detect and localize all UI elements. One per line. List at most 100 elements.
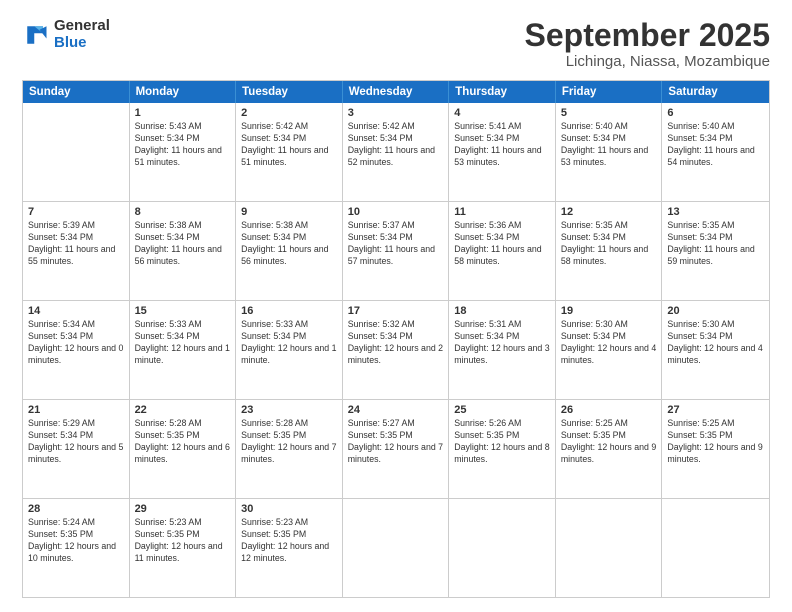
calendar-cell-4-0: 28 Sunrise: 5:24 AM Sunset: 5:35 PM Dayli… <box>23 499 130 597</box>
cell-day: 3 <box>348 107 444 119</box>
cell-info: Sunrise: 5:38 AM Sunset: 5:34 PM Dayligh… <box>135 220 231 268</box>
calendar-row-2: 14Sunrise: 5:34 AM Sunset: 5:34 PM Dayli… <box>23 300 769 399</box>
cell-day: 14 <box>28 305 124 317</box>
cell-info: Sunrise: 5:30 AM Sunset: 5:34 PM Dayligh… <box>561 319 657 367</box>
cell-info: Sunrise: 5:24 AM Sunset: 5:35 PM Dayligh… <box>28 517 124 565</box>
calendar-cell-2-5: 19 Sunrise: 5:30 AM Sunset: 5:34 PM Dayli… <box>556 301 663 399</box>
cell-info: Sunrise: 5:27 AM Sunset: 5:35 PM Dayligh… <box>348 418 444 466</box>
cell-info: Sunrise: 5:23 AM Sunset: 5:35 PM Dayligh… <box>135 517 231 565</box>
logo-general: General <box>54 17 110 34</box>
calendar-cell-0-0 <box>23 103 130 201</box>
header-thursday: Thursday <box>449 81 556 103</box>
calendar-cell-4-3 <box>343 499 450 597</box>
cell-day: 10 <box>348 206 444 218</box>
cell-day: 22 <box>135 404 231 416</box>
cell-day: 21 <box>28 404 124 416</box>
cell-day: 23 <box>241 404 337 416</box>
cell-info: Sunrise: 5:38 AM Sunset: 5:34 PM Dayligh… <box>241 220 337 268</box>
header-saturday: Saturday <box>662 81 769 103</box>
calendar-cell-1-1: 8Sunrise: 5:38 AM Sunset: 5:34 PM Daylig… <box>130 202 237 300</box>
cell-day: 9 <box>241 206 337 218</box>
calendar-cell-1-0: 7 Sunrise: 5:39 AM Sunset: 5:34 PM Daylig… <box>23 202 130 300</box>
calendar: Sunday Monday Tuesday Wednesday Thursday… <box>22 80 770 598</box>
cell-day: 5 <box>561 107 657 119</box>
cell-day: 2 <box>241 107 337 119</box>
calendar-cell-4-4 <box>449 499 556 597</box>
cell-day: 7 <box>28 206 124 218</box>
calendar-cell-3-1: 22 Sunrise: 5:28 AM Sunset: 5:35 PM Dayli… <box>130 400 237 498</box>
calendar-cell-4-5 <box>556 499 663 597</box>
calendar-cell-3-3: 24Sunrise: 5:27 AM Sunset: 5:35 PM Dayli… <box>343 400 450 498</box>
calendar-cell-2-0: 14Sunrise: 5:34 AM Sunset: 5:34 PM Dayli… <box>23 301 130 399</box>
calendar-cell-1-6: 13Sunrise: 5:35 AM Sunset: 5:34 PM Dayli… <box>662 202 769 300</box>
cell-day: 28 <box>28 503 124 515</box>
cell-info: Sunrise: 5:35 AM Sunset: 5:34 PM Dayligh… <box>561 220 657 268</box>
calendar-body: 1 Sunrise: 5:43 AM Sunset: 5:34 PM Daylig… <box>23 103 769 597</box>
cell-day: 11 <box>454 206 550 218</box>
cell-info: Sunrise: 5:40 AM Sunset: 5:34 PM Dayligh… <box>667 121 764 169</box>
cell-info: Sunrise: 5:33 AM Sunset: 5:34 PM Dayligh… <box>135 319 231 367</box>
calendar-cell-1-5: 12 Sunrise: 5:35 AM Sunset: 5:34 PM Dayli… <box>556 202 663 300</box>
calendar-cell-3-5: 26 Sunrise: 5:25 AM Sunset: 5:35 PM Dayli… <box>556 400 663 498</box>
cell-info: Sunrise: 5:37 AM Sunset: 5:34 PM Dayligh… <box>348 220 444 268</box>
calendar-cell-4-1: 29 Sunrise: 5:23 AM Sunset: 5:35 PM Dayli… <box>130 499 237 597</box>
cell-info: Sunrise: 5:25 AM Sunset: 5:35 PM Dayligh… <box>561 418 657 466</box>
cell-info: Sunrise: 5:28 AM Sunset: 5:35 PM Dayligh… <box>241 418 337 466</box>
calendar-cell-4-6 <box>662 499 769 597</box>
cell-day: 4 <box>454 107 550 119</box>
page: General Blue September 2025 Lichinga, Ni… <box>0 0 792 612</box>
cell-day: 17 <box>348 305 444 317</box>
calendar-cell-0-5: 5 Sunrise: 5:40 AM Sunset: 5:34 PM Daylig… <box>556 103 663 201</box>
cell-day: 18 <box>454 305 550 317</box>
calendar-cell-0-3: 3 Sunrise: 5:42 AM Sunset: 5:34 PM Daylig… <box>343 103 450 201</box>
cell-day: 27 <box>667 404 764 416</box>
cell-info: Sunrise: 5:42 AM Sunset: 5:34 PM Dayligh… <box>241 121 337 169</box>
cell-info: Sunrise: 5:42 AM Sunset: 5:34 PM Dayligh… <box>348 121 444 169</box>
cell-info: Sunrise: 5:35 AM Sunset: 5:34 PM Dayligh… <box>667 220 764 268</box>
calendar-row-0: 1 Sunrise: 5:43 AM Sunset: 5:34 PM Daylig… <box>23 103 769 201</box>
cell-day: 25 <box>454 404 550 416</box>
calendar-row-4: 28 Sunrise: 5:24 AM Sunset: 5:35 PM Dayli… <box>23 498 769 597</box>
cell-info: Sunrise: 5:41 AM Sunset: 5:34 PM Dayligh… <box>454 121 550 169</box>
cell-info: Sunrise: 5:26 AM Sunset: 5:35 PM Dayligh… <box>454 418 550 466</box>
calendar-cell-2-6: 20 Sunrise: 5:30 AM Sunset: 5:34 PM Dayli… <box>662 301 769 399</box>
calendar-cell-1-3: 10 Sunrise: 5:37 AM Sunset: 5:34 PM Dayli… <box>343 202 450 300</box>
cell-info: Sunrise: 5:39 AM Sunset: 5:34 PM Dayligh… <box>28 220 124 268</box>
cell-day: 15 <box>135 305 231 317</box>
title-block: September 2025 Lichinga, Niassa, Mozambi… <box>525 18 770 70</box>
cell-day: 16 <box>241 305 337 317</box>
cell-day: 20 <box>667 305 764 317</box>
logo: General Blue <box>22 18 110 51</box>
calendar-cell-3-0: 21 Sunrise: 5:29 AM Sunset: 5:34 PM Dayli… <box>23 400 130 498</box>
logo-blue: Blue <box>54 34 87 51</box>
cell-info: Sunrise: 5:32 AM Sunset: 5:34 PM Dayligh… <box>348 319 444 367</box>
calendar-row-3: 21 Sunrise: 5:29 AM Sunset: 5:34 PM Dayli… <box>23 399 769 498</box>
title-month: September 2025 <box>525 18 770 53</box>
cell-info: Sunrise: 5:23 AM Sunset: 5:35 PM Dayligh… <box>241 517 337 565</box>
cell-info: Sunrise: 5:28 AM Sunset: 5:35 PM Dayligh… <box>135 418 231 466</box>
cell-info: Sunrise: 5:36 AM Sunset: 5:34 PM Dayligh… <box>454 220 550 268</box>
header-wednesday: Wednesday <box>343 81 450 103</box>
calendar-cell-2-3: 17 Sunrise: 5:32 AM Sunset: 5:34 PM Dayli… <box>343 301 450 399</box>
header: General Blue September 2025 Lichinga, Ni… <box>22 18 770 70</box>
cell-info: Sunrise: 5:25 AM Sunset: 5:35 PM Dayligh… <box>667 418 764 466</box>
cell-info: Sunrise: 5:33 AM Sunset: 5:34 PM Dayligh… <box>241 319 337 367</box>
cell-day: 19 <box>561 305 657 317</box>
header-sunday: Sunday <box>23 81 130 103</box>
cell-info: Sunrise: 5:43 AM Sunset: 5:34 PM Dayligh… <box>135 121 231 169</box>
cell-info: Sunrise: 5:29 AM Sunset: 5:34 PM Dayligh… <box>28 418 124 466</box>
calendar-cell-3-2: 23 Sunrise: 5:28 AM Sunset: 5:35 PM Dayli… <box>236 400 343 498</box>
cell-day: 1 <box>135 107 231 119</box>
cell-day: 30 <box>241 503 337 515</box>
calendar-cell-3-4: 25 Sunrise: 5:26 AM Sunset: 5:35 PM Dayli… <box>449 400 556 498</box>
calendar-cell-0-6: 6 Sunrise: 5:40 AM Sunset: 5:34 PM Daylig… <box>662 103 769 201</box>
cell-day: 6 <box>667 107 764 119</box>
cell-info: Sunrise: 5:40 AM Sunset: 5:34 PM Dayligh… <box>561 121 657 169</box>
cell-day: 12 <box>561 206 657 218</box>
calendar-cell-1-4: 11 Sunrise: 5:36 AM Sunset: 5:34 PM Dayli… <box>449 202 556 300</box>
logo-icon <box>22 21 50 49</box>
cell-info: Sunrise: 5:30 AM Sunset: 5:34 PM Dayligh… <box>667 319 764 367</box>
cell-day: 26 <box>561 404 657 416</box>
header-friday: Friday <box>556 81 663 103</box>
cell-day: 29 <box>135 503 231 515</box>
